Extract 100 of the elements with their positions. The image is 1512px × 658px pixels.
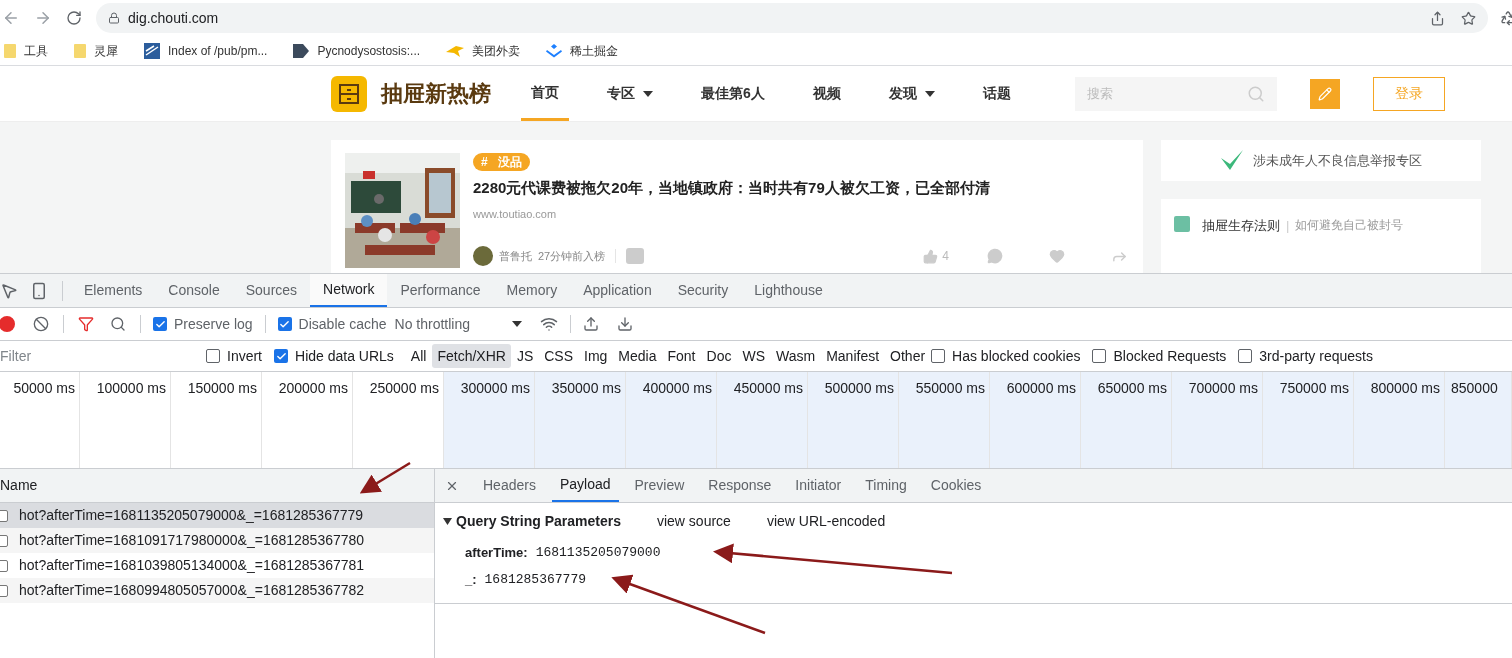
checkbox-label: Preserve log (174, 314, 253, 334)
detail-tab[interactable]: Response (700, 469, 780, 502)
view-url-encoded-link[interactable]: view URL-encoded (766, 510, 886, 532)
type-filter[interactable]: Wasm (771, 344, 821, 368)
type-filter[interactable]: All (405, 344, 432, 368)
column-header[interactable]: Name (0, 469, 434, 503)
annotation-arrow (359, 461, 411, 494)
detail-tab[interactable]: Timing (857, 469, 915, 502)
request-row[interactable]: hot?afterTime=1681135205079000&_=1681285367779 (0, 503, 434, 528)
devtools-tab[interactable]: Network (310, 274, 388, 307)
address-bar[interactable]: dig.chouti.com (96, 3, 1488, 33)
devtools-tab[interactable]: Performance (387, 274, 494, 307)
type-filter[interactable]: Media (613, 344, 662, 368)
detail-tab[interactable]: Initiator (787, 469, 850, 502)
param-value: 1681135205079000 (535, 543, 661, 562)
device-icon[interactable] (30, 281, 48, 300)
bookmark-star-icon[interactable] (1461, 10, 1476, 26)
share-icon[interactable] (1430, 10, 1445, 26)
type-filter[interactable]: Fetch/XHR (432, 344, 511, 368)
type-filter[interactable]: Manifest (821, 344, 885, 368)
detail-tab[interactable]: Preview (626, 469, 693, 502)
bookmark-item[interactable]: 稀土掘金 (546, 41, 619, 60)
timeline-column: 500000 ms (808, 372, 899, 468)
devtools-tab[interactable]: Lighthouse (741, 274, 836, 307)
rule-title[interactable]: 抽屉生存法则 (1202, 215, 1280, 236)
devtools-tab[interactable]: Elements (71, 274, 156, 307)
export-icon[interactable] (617, 316, 633, 332)
type-filter[interactable]: CSS (539, 344, 578, 368)
request-row[interactable]: hot?afterTime=1681091717980000&_=1681285367780 (0, 528, 434, 553)
caret-icon (512, 321, 522, 327)
diamond-icon (546, 43, 563, 58)
request-row[interactable]: hot?afterTime=1680994805057000&_=1681285367782 (0, 578, 434, 603)
site-logo-text[interactable]: 抽屉新热榜 (381, 77, 491, 110)
import-icon[interactable] (583, 316, 599, 332)
filter-icon[interactable] (78, 316, 94, 332)
search-icon[interactable] (110, 316, 126, 332)
timeline-column: 300000 ms (444, 372, 535, 468)
type-filter[interactable]: Other (885, 344, 931, 368)
bookmark-item[interactable]: 工具 (4, 41, 48, 60)
section-title[interactable]: Query String Parameters (456, 510, 621, 532)
network-conditions-icon[interactable] (540, 315, 558, 333)
filter-checkbox[interactable] (1092, 349, 1107, 363)
devtools-tab[interactable]: Console (155, 274, 233, 307)
devtools-tab[interactable]: Memory (493, 274, 571, 307)
disable-cache-checkbox[interactable] (277, 317, 292, 331)
pencil-icon (1317, 86, 1332, 101)
filter-checkbox[interactable] (931, 349, 946, 363)
bird-icon (446, 43, 465, 58)
back-icon[interactable] (2, 9, 20, 27)
type-filter[interactable]: JS (511, 344, 539, 368)
checkbox-label: 3rd-party requests (1259, 346, 1373, 366)
article-title[interactable]: 2280元代课费被拖欠20年，当地镇政府：当时共有79人被欠工资，已全部付清 (473, 177, 1128, 200)
type-filter[interactable]: Doc (701, 344, 737, 368)
reload-icon[interactable] (66, 10, 82, 26)
type-filter[interactable]: WS (737, 344, 770, 368)
inspect-icon[interactable] (0, 281, 18, 300)
record-icon[interactable] (0, 316, 15, 332)
timeline-column: 600000 ms (990, 372, 1081, 468)
timeline-column: 700000 ms (1172, 372, 1263, 468)
type-filter[interactable]: Font (662, 344, 701, 368)
detail-tab[interactable]: Payload (551, 469, 619, 502)
nav-item[interactable]: 视频 (802, 66, 851, 121)
nav-item[interactable]: 话题 (972, 66, 1021, 121)
type-filter[interactable]: Img (579, 344, 613, 368)
separator: | (1286, 216, 1290, 235)
filter-checkbox[interactable] (274, 349, 288, 363)
devtools-tab[interactable]: Sources (232, 274, 311, 307)
author-name[interactable]: 普鲁托 (499, 247, 532, 265)
check-icon (1220, 150, 1243, 171)
devtools-tab[interactable]: Security (664, 274, 742, 307)
folder-icon (74, 43, 86, 58)
report-card[interactable]: 涉未成年人不良信息举报专区 (1161, 140, 1481, 181)
url-text: dig.chouti.com (128, 8, 219, 28)
checkbox-label: Has blocked cookies (952, 346, 1081, 366)
throttling-dropdown[interactable]: No throttling (394, 313, 522, 335)
expand-triangle-icon[interactable] (443, 517, 452, 525)
checkbox-label: Disable cache (298, 314, 387, 334)
clear-icon[interactable] (33, 316, 49, 332)
nav-item[interactable]: 专区 (597, 66, 663, 121)
param-key: _: (465, 569, 477, 590)
forward-icon[interactable] (34, 9, 52, 27)
bookmark-item[interactable]: Index of /pub/pm... (144, 41, 268, 60)
devtools-tab[interactable]: Application (570, 274, 665, 307)
filter-checkbox[interactable] (1238, 349, 1253, 363)
preserve-log-checkbox[interactable] (153, 317, 167, 331)
view-source-link[interactable]: view source (656, 510, 731, 532)
bookmark-item[interactable]: 灵犀 (74, 41, 118, 60)
param-key: afterTime: (465, 542, 528, 563)
like-count: 4 (942, 248, 949, 265)
nav-item[interactable]: 最佳第6人 (691, 66, 775, 121)
checkbox-label: Hide data URLs (295, 346, 394, 366)
detail-tab[interactable]: Cookies (922, 469, 990, 502)
bookmark-item[interactable]: 美团外卖 (446, 41, 521, 60)
nav-item[interactable]: 发现 (878, 66, 945, 121)
timeline-column: 650000 ms (1081, 372, 1172, 468)
filter-checkbox[interactable] (206, 349, 220, 363)
detail-tab[interactable]: Headers (475, 469, 544, 502)
bookmark-item[interactable]: Pycnodysostosis:... (293, 41, 421, 60)
timeline-column: 750000 ms (1263, 372, 1354, 468)
author-avatar (473, 246, 493, 266)
